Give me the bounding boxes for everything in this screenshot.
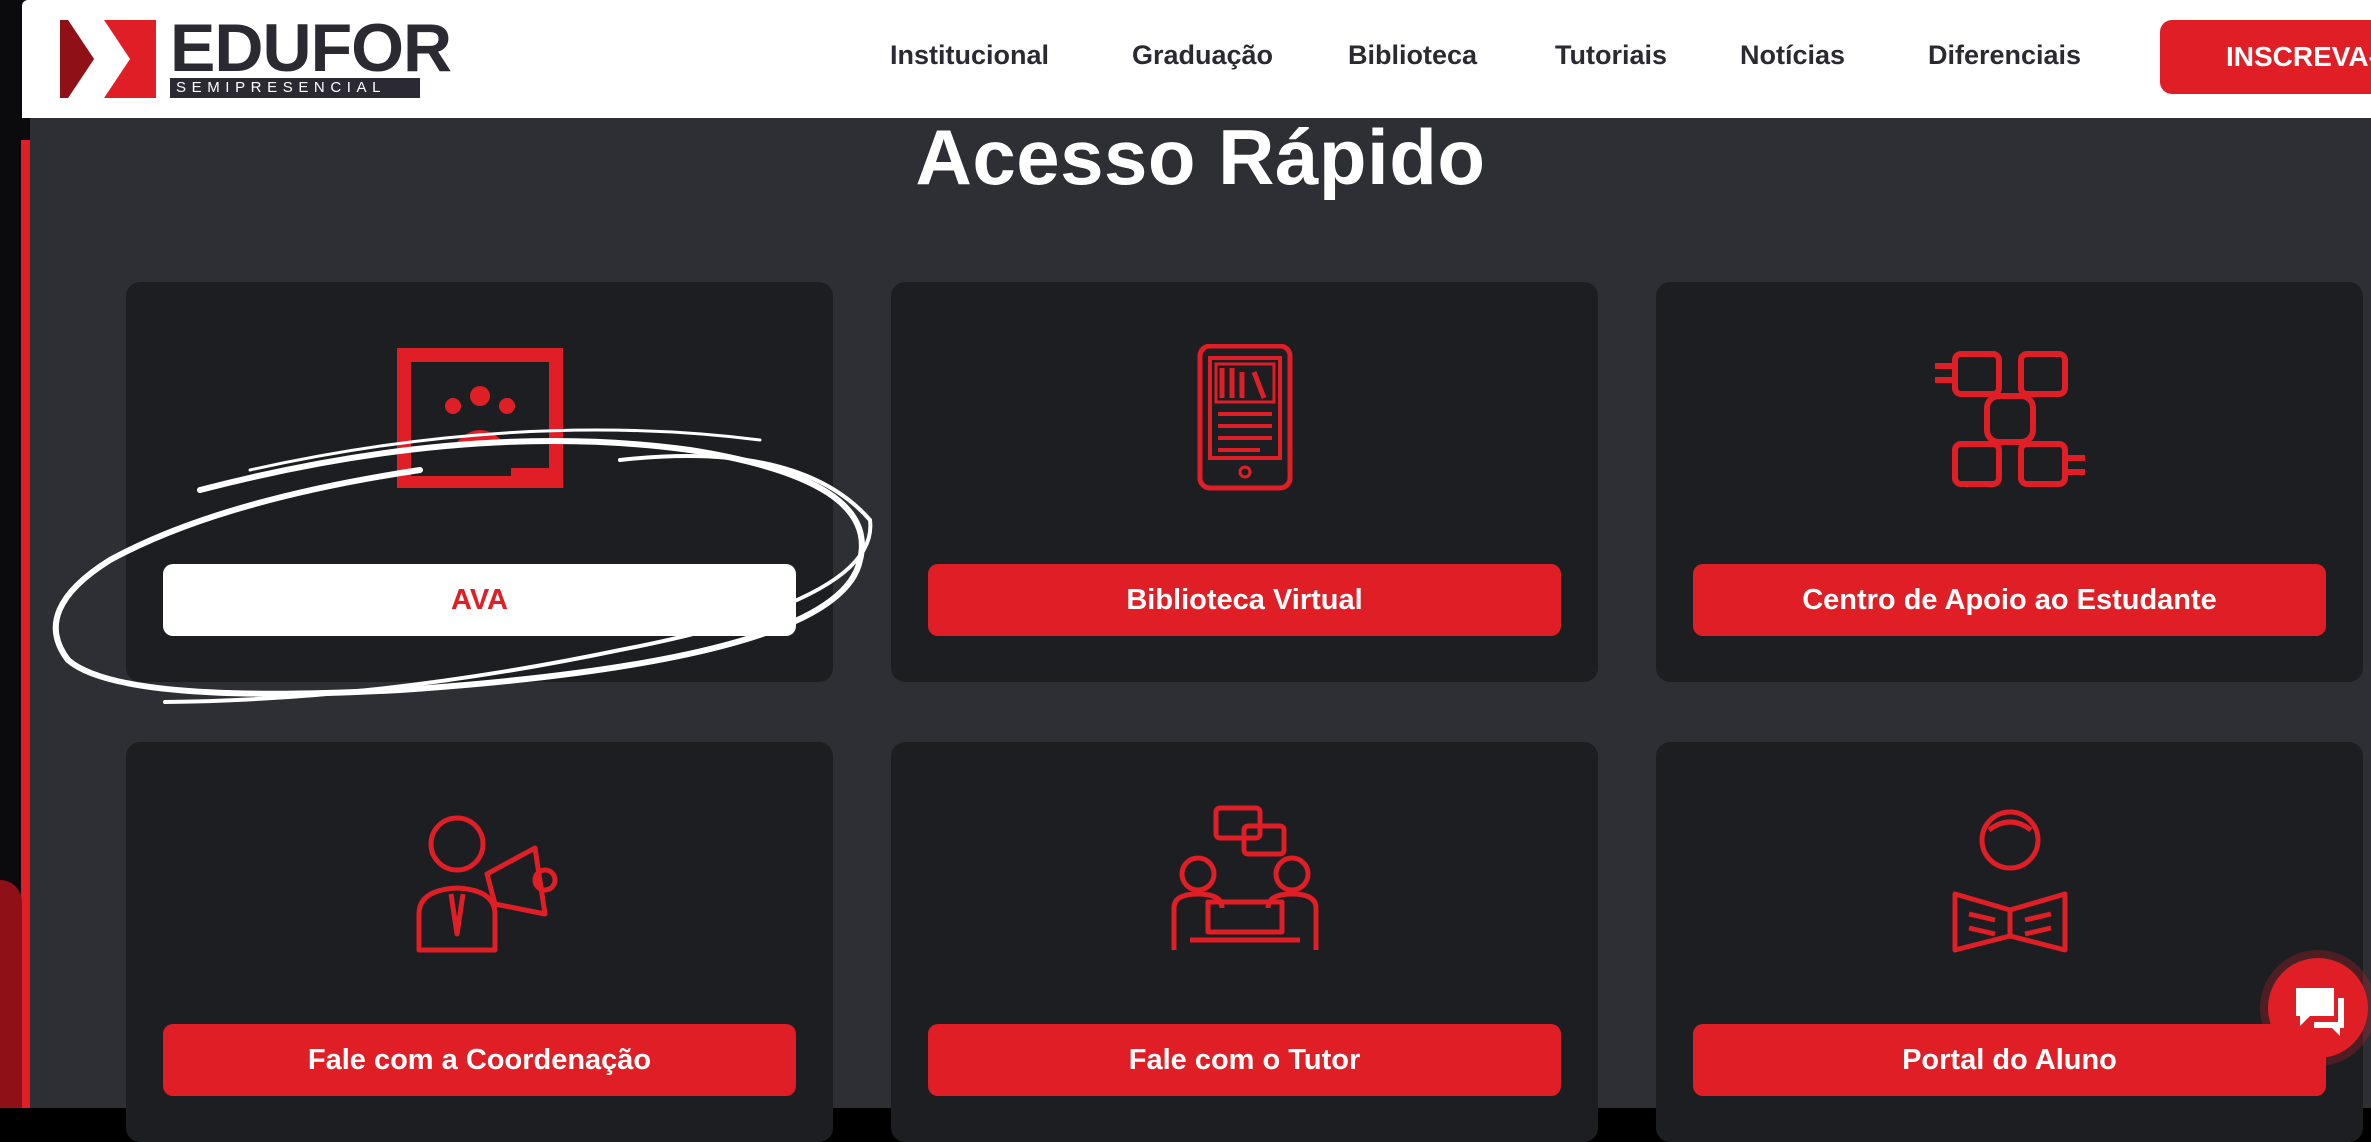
brand-name: EDUFOR [170,10,452,86]
nav-label: Notícias [1740,40,1846,70]
site-header: EDUFOR SEMIPRESENCIAL Institucional Grad… [22,0,2371,118]
nav-tutoriais[interactable]: Tutoriais [1555,40,1667,80]
card-centro-apoio[interactable]: Centro de Apoio ao Estudante [1656,282,2363,682]
nav-biblioteca[interactable]: Biblioteca [1348,40,1477,80]
card-tutor[interactable]: Fale com o Tutor [891,742,1598,1142]
tablet-library-icon [1197,344,1292,491]
student-reading-icon [1952,809,2067,953]
portal-aluno-button[interactable]: Portal do Aluno [1693,1024,2326,1096]
section-title: Acesso Rápido [915,113,1486,201]
chat-widget-button[interactable] [2268,958,2368,1058]
card-coordenacao[interactable]: Fale com a Coordenação [126,742,833,1142]
nav-label: Graduação [1132,40,1274,70]
chat-bubble-icon [2296,988,2344,1036]
classroom-board-icon [396,348,563,488]
tutor-button[interactable]: Fale com o Tutor [928,1024,1561,1096]
card-ava[interactable]: AVA [126,282,833,682]
nav-noticias[interactable]: Notícias [1740,40,1845,80]
nav-graduacao[interactable]: Graduação [1132,40,1273,80]
megaphone-person-icon [416,815,557,953]
centro-apoio-button[interactable]: Centro de Apoio ao Estudante [1693,564,2326,636]
nav-label: Diferenciais [1928,40,2082,70]
coordenacao-button[interactable]: Fale com a Coordenação [163,1024,796,1096]
nav-institucional[interactable]: Institucional [890,40,1049,80]
ava-button[interactable]: AVA [163,564,796,636]
nav-diferenciais[interactable]: Diferenciais [1928,40,2081,80]
card-biblioteca-virtual[interactable]: Biblioteca Virtual [891,282,1598,682]
chat-meeting-icon [1171,805,1318,950]
biblioteca-virtual-button[interactable]: Biblioteca Virtual [928,564,1561,636]
card-portal-aluno[interactable]: Portal do Aluno [1656,742,2363,1142]
quick-access-section: Acesso Rápido AVA Biblioteca Virtual Cen… [30,113,2371,1142]
decorative-corner [0,880,22,1108]
subscribe-button[interactable]: INSCREVA-SE [2160,20,2371,94]
nav-label: Tutoriais [1555,40,1668,70]
hands-teamwork-icon [1934,351,2085,487]
nav-label: Institucional [890,40,1050,70]
nav-label: Biblioteca [1348,40,1478,70]
brand-logo[interactable]: EDUFOR SEMIPRESENCIAL [60,14,452,98]
logo-chevron-icon [60,20,156,98]
brand-tagline: SEMIPRESENCIAL [170,78,420,98]
